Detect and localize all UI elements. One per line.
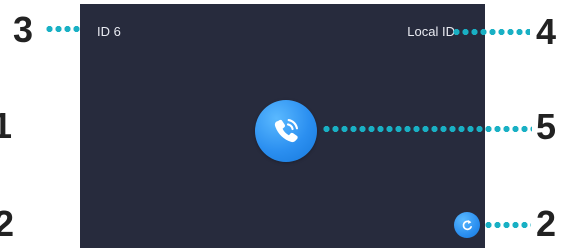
device-id-label: ID 6	[97, 24, 121, 39]
refresh-icon	[462, 219, 472, 230]
callout-number-2-right: 2	[536, 203, 557, 244]
local-id-label: Local ID	[407, 24, 455, 39]
phone-call-icon	[274, 119, 298, 143]
callout-number-2-left: 2	[0, 203, 15, 244]
callout-line-5	[322, 126, 532, 132]
callout-number-1: 1	[0, 105, 13, 146]
callout-number-3: 3	[13, 9, 34, 50]
callout-line-4	[452, 29, 530, 35]
refresh-button[interactable]	[454, 212, 480, 238]
callout-number-4: 4	[536, 11, 557, 52]
call-button[interactable]	[255, 100, 317, 162]
callout-line-2-right	[484, 222, 531, 228]
callout-number-5: 5	[536, 106, 557, 147]
